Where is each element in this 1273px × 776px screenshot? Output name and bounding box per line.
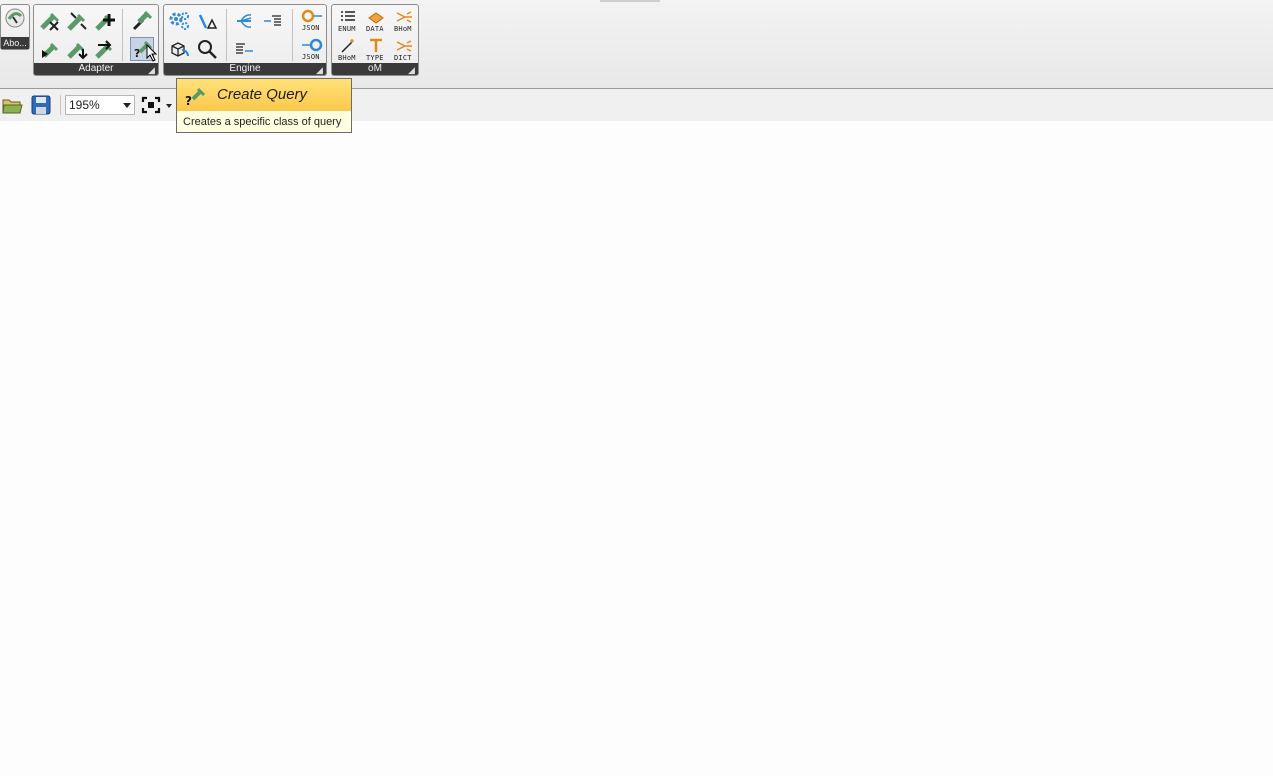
- query-geometry-button[interactable]: [167, 37, 191, 61]
- search-icon[interactable]: [195, 37, 219, 61]
- tab-indicator: [600, 0, 660, 2]
- push-adapter-button[interactable]: [93, 9, 117, 33]
- engine-panel-label: Engine: [164, 63, 326, 75]
- tooltip: ? Create Query Creates a specific class …: [176, 78, 352, 133]
- tooltip-header: ? Create Query: [177, 79, 351, 111]
- create-adapter-button[interactable]: [130, 9, 154, 33]
- to-json-button[interactable]: JSON: [298, 7, 324, 33]
- from-json-label: JSON: [302, 53, 320, 61]
- pull-adapter-button[interactable]: [38, 37, 62, 61]
- adapter-panel-label: Adapter: [34, 63, 158, 75]
- engine-panel: JSON JSON Engine ◢: [163, 4, 327, 76]
- adapter-panel: ? Adapter ◢: [33, 4, 159, 76]
- zoom-select[interactable]: 195%: [65, 95, 135, 115]
- compute-button[interactable]: [167, 9, 191, 33]
- engine-separator-2: [292, 9, 293, 61]
- om-expand-icon[interactable]: ◢: [408, 66, 415, 75]
- toolbar-separator: [60, 95, 61, 115]
- create-type-button[interactable]: TYPE: [363, 36, 389, 64]
- mouse-cursor-icon: [146, 43, 158, 67]
- bhom-logo-icon[interactable]: [4, 8, 26, 33]
- create-custom-bhom-button[interactable]: BHoM: [335, 36, 361, 64]
- set-property-button[interactable]: [232, 37, 256, 61]
- dict-label: DICT: [394, 54, 412, 62]
- from-json-button[interactable]: JSON: [298, 35, 324, 63]
- to-json-label: JSON: [302, 24, 320, 32]
- execute-adapter-button[interactable]: [65, 9, 89, 33]
- type-label: TYPE: [366, 54, 384, 62]
- save-file-icon[interactable]: [29, 94, 53, 116]
- engine-expand-icon[interactable]: ◢: [316, 66, 323, 75]
- get-property-button[interactable]: [260, 9, 284, 33]
- ribbon: Abo... ? Adapter ◢ JSON JSON Engine ◢ EN…: [0, 0, 1273, 89]
- move-adapter-button[interactable]: [65, 37, 89, 61]
- om-panel-label: oM: [332, 63, 418, 75]
- create-data-button[interactable]: DATA: [363, 8, 389, 34]
- zoom-extents-dropdown-icon[interactable]: [166, 104, 172, 108]
- svg-text:?: ?: [185, 94, 192, 107]
- chevron-down-icon[interactable]: [123, 103, 131, 108]
- engine-separator-1: [226, 9, 227, 61]
- bhom-top-label: BHoM: [394, 25, 412, 33]
- create-dictionary-button[interactable]: DICT: [391, 36, 417, 64]
- adapter-separator: [122, 9, 123, 61]
- enum-label: ENUM: [338, 25, 356, 33]
- about-label: Abo...: [1, 37, 29, 49]
- om-panel: ENUM DATA BHoM BHoM TYPE DICT oM ◢: [331, 4, 419, 76]
- svg-text:?: ?: [134, 47, 140, 60]
- update-adapter-button[interactable]: [93, 37, 117, 61]
- tooltip-description: Creates a specific class of query: [183, 116, 342, 128]
- explode-button[interactable]: [232, 9, 256, 33]
- create-enum-button[interactable]: ENUM: [335, 8, 361, 34]
- bhom-bottom-label: BHoM: [338, 54, 356, 62]
- about-panel[interactable]: Abo...: [0, 4, 30, 50]
- convert-button[interactable]: [195, 9, 219, 33]
- create-bhom-object-button[interactable]: BHoM: [391, 8, 417, 34]
- open-file-icon[interactable]: [0, 94, 24, 116]
- data-label: DATA: [366, 25, 384, 33]
- create-query-icon: ?: [183, 85, 207, 112]
- adapter-expand-icon[interactable]: ◢: [148, 66, 155, 75]
- remove-adapter-button[interactable]: [38, 9, 62, 33]
- tooltip-title: Create Query: [217, 86, 308, 103]
- zoom-value: 195%: [69, 98, 100, 112]
- zoom-extents-icon[interactable]: [139, 94, 163, 116]
